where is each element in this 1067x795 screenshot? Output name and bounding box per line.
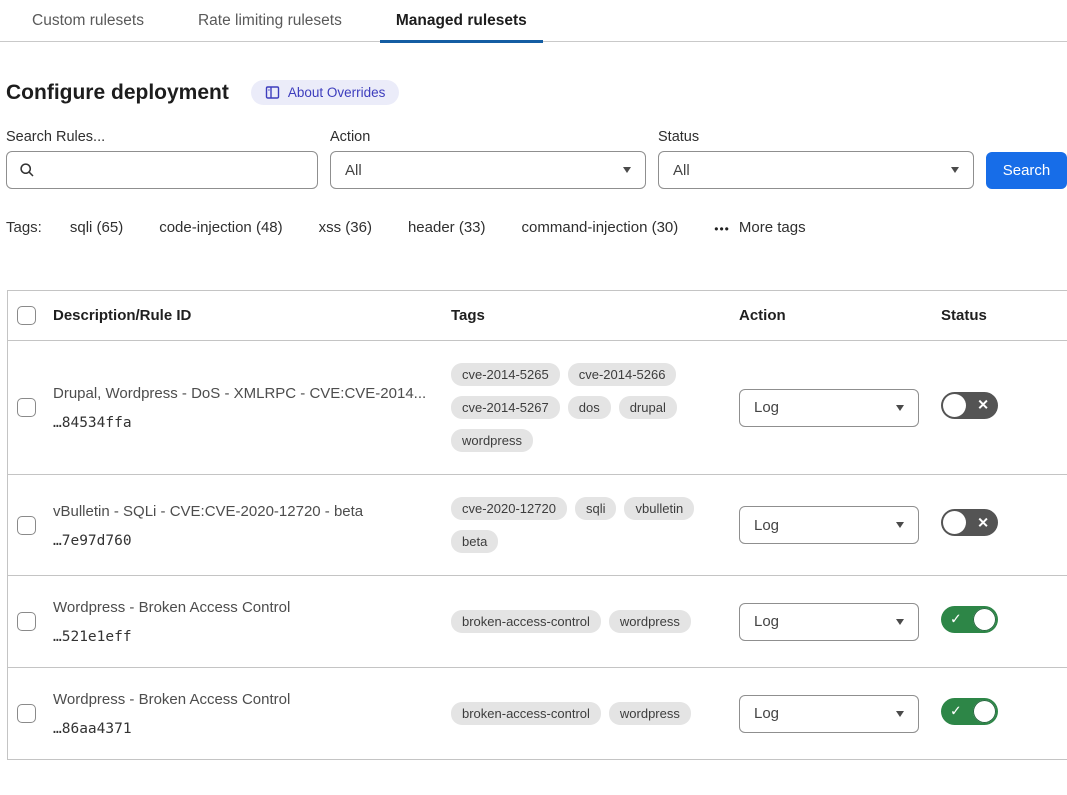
rule-description: Wordpress - Broken Access Control: [53, 690, 437, 709]
row-action-select[interactable]: Log: [739, 389, 919, 427]
tag-pill: wordpress: [609, 702, 691, 725]
tag-pill: sqli: [575, 497, 617, 520]
tags-bar: Tags: sqli (65) code-injection (48) xss (3…: [6, 219, 1067, 236]
chevron-down-icon: [896, 405, 904, 411]
tag-filter-link[interactable]: sqli (65): [70, 219, 123, 236]
tag-pill: broken-access-control: [451, 702, 601, 725]
row-checkbox[interactable]: [17, 704, 36, 723]
x-icon: ✕: [977, 398, 989, 412]
x-icon: ✕: [977, 515, 989, 529]
action-filter-value: All: [345, 162, 362, 179]
toggle-knob: [973, 608, 996, 631]
chevron-down-icon: [951, 167, 959, 173]
page-title: Configure deployment: [6, 81, 229, 105]
tab-managed-rulesets[interactable]: Managed rulesets: [388, 0, 535, 42]
rule-id: …86aa4371: [53, 721, 437, 737]
chevron-down-icon: [896, 619, 904, 625]
action-filter-select[interactable]: All: [330, 151, 646, 189]
search-rules-label: Search Rules...: [6, 129, 318, 145]
tag-filter-link[interactable]: header (33): [408, 219, 486, 236]
row-action-select[interactable]: Log: [739, 695, 919, 733]
col-action: Action: [739, 307, 941, 324]
ellipsis-icon: •••: [714, 222, 730, 236]
status-filter-value: All: [673, 162, 690, 179]
search-rules-input[interactable]: [44, 162, 305, 179]
tag-pill: cve-2014-5266: [568, 363, 677, 386]
tag-pill: wordpress: [451, 429, 533, 452]
select-all-checkbox[interactable]: [17, 306, 36, 325]
tab-rate-limiting-rulesets[interactable]: Rate limiting rulesets: [190, 0, 350, 42]
check-icon: ✓: [950, 704, 962, 718]
row-action-select[interactable]: Log: [739, 603, 919, 641]
row-action-select[interactable]: Log: [739, 506, 919, 544]
status-toggle-off[interactable]: ✕: [941, 509, 998, 536]
row-checkbox[interactable]: [17, 516, 36, 535]
search-icon: [19, 162, 35, 178]
tag-pill: drupal: [619, 396, 677, 419]
tag-pill: beta: [451, 530, 498, 553]
status-toggle-on[interactable]: ✓: [941, 606, 998, 633]
row-checkbox[interactable]: [17, 612, 36, 631]
tag-pill: dos: [568, 396, 611, 419]
col-status: Status: [941, 307, 1067, 324]
table-header-row: Description/Rule ID Tags Action Status: [8, 291, 1067, 341]
col-tags: Tags: [451, 307, 739, 324]
row-action-value: Log: [754, 705, 779, 722]
rule-id: …7e97d760: [53, 533, 437, 549]
table-row: Wordpress - Broken Access Control …86aa43…: [8, 668, 1067, 760]
check-icon: ✓: [950, 612, 962, 626]
chevron-down-icon: [623, 167, 631, 173]
status-toggle-on[interactable]: ✓: [941, 698, 998, 725]
chevron-down-icon: [896, 522, 904, 528]
row-action-value: Log: [754, 399, 779, 416]
status-filter-select[interactable]: All: [658, 151, 974, 189]
tag-pill: broken-access-control: [451, 610, 601, 633]
row-action-value: Log: [754, 613, 779, 630]
search-button[interactable]: Search: [986, 152, 1067, 189]
tag-pill: cve-2020-12720: [451, 497, 567, 520]
table-row: Wordpress - Broken Access Control …521e1e…: [8, 576, 1067, 668]
tag-pill: vbulletin: [624, 497, 694, 520]
book-icon: [265, 85, 280, 100]
rule-description: Wordpress - Broken Access Control: [53, 598, 437, 617]
rule-description: vBulletin - SQLi - CVE:CVE-2020-12720 - …: [53, 502, 437, 521]
rule-id: …84534ffa: [53, 415, 437, 431]
rules-table: Description/Rule ID Tags Action Status D…: [7, 290, 1067, 760]
tab-custom-rulesets[interactable]: Custom rulesets: [24, 0, 152, 42]
toggle-knob: [943, 394, 966, 417]
more-tags-label: More tags: [739, 219, 806, 236]
ruleset-tabbar: Custom rulesets Rate limiting rulesets Man…: [0, 0, 1067, 42]
tag-filter-link[interactable]: xss (36): [319, 219, 372, 236]
about-overrides-badge[interactable]: About Overrides: [251, 80, 400, 105]
row-checkbox[interactable]: [17, 398, 36, 417]
row-action-value: Log: [754, 517, 779, 534]
status-toggle-off[interactable]: ✕: [941, 392, 998, 419]
status-filter-label: Status: [658, 129, 974, 145]
tag-pill: cve-2014-5265: [451, 363, 560, 386]
about-overrides-label: About Overrides: [288, 85, 386, 100]
more-tags-button[interactable]: ••• More tags: [714, 219, 805, 236]
tag-filter-link[interactable]: command-injection (30): [522, 219, 679, 236]
rule-description: Drupal, Wordpress - DoS - XMLRPC - CVE:C…: [53, 384, 437, 403]
tag-filter-link[interactable]: code-injection (48): [159, 219, 282, 236]
table-row: Drupal, Wordpress - DoS - XMLRPC - CVE:C…: [8, 341, 1067, 475]
chevron-down-icon: [896, 711, 904, 717]
tags-bar-label: Tags:: [6, 219, 42, 236]
toggle-knob: [943, 511, 966, 534]
table-row: vBulletin - SQLi - CVE:CVE-2020-12720 - …: [8, 475, 1067, 576]
tag-pill: wordpress: [609, 610, 691, 633]
toggle-knob: [973, 700, 996, 723]
col-description: Description/Rule ID: [53, 307, 451, 324]
action-filter-label: Action: [330, 129, 646, 145]
search-rules-input-wrap: [6, 151, 318, 189]
rule-id: …521e1eff: [53, 629, 437, 645]
tag-pill: cve-2014-5267: [451, 396, 560, 419]
